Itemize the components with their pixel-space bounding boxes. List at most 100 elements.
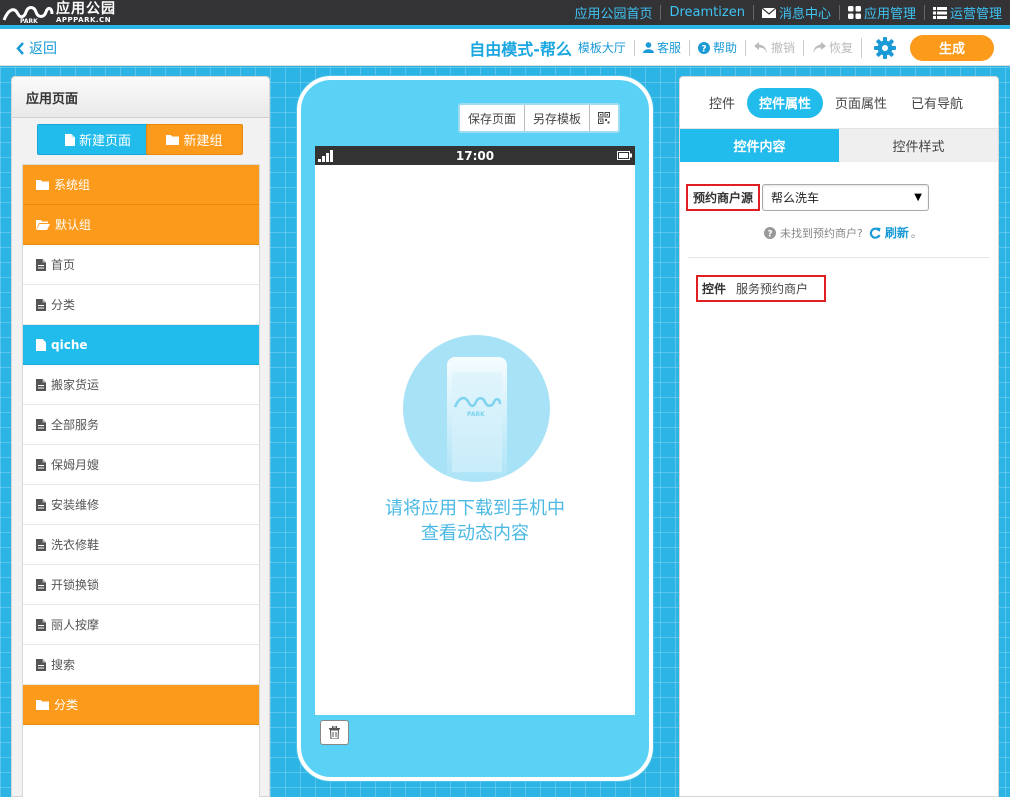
signal-icon <box>318 150 333 162</box>
source-select[interactable]: 帮么洗车 ▼ <box>762 184 929 211</box>
question-circle-icon: ? <box>697 41 710 54</box>
logo-text: 应用公园 <box>56 1 116 17</box>
back-label: 返回 <box>29 41 57 57</box>
tab-2[interactable]: 页面属性 <box>823 88 899 118</box>
user-icon <box>642 42 654 53</box>
divider <box>688 257 990 258</box>
subtab-0[interactable]: 控件内容 <box>680 129 839 162</box>
page-list-item-label: 洗衣修鞋 <box>51 538 100 552</box>
phone-hint-line2: 查看动态内容 <box>421 523 529 544</box>
editor-toolbar: 返回 自由模式-帮么 模板大厅 客服 ? 帮助 撤销 恢复 生成 <box>0 29 1010 66</box>
file-icon <box>36 258 51 271</box>
service-button[interactable]: 客服 <box>633 39 689 56</box>
page-group-item[interactable]: 默认组 <box>23 205 259 245</box>
svg-text:PARK: PARK <box>467 411 485 418</box>
redo-button[interactable]: 恢复 <box>802 39 861 56</box>
gear-icon <box>874 36 896 59</box>
generate-button[interactable]: 生成 <box>910 34 994 61</box>
not-found-text: 未找到预约商户? <box>780 226 863 240</box>
delete-button[interactable] <box>320 720 349 745</box>
logo-mark-icon: PARK <box>2 6 54 24</box>
nav-ops-manage-link[interactable]: 运营管理 <box>923 5 1010 22</box>
nav-ops-manage-label: 运营管理 <box>949 7 1002 22</box>
nav-app-manage-label: 应用管理 <box>863 7 916 22</box>
tab-3[interactable]: 已有导航 <box>899 88 975 118</box>
help-label: 帮助 <box>712 41 737 55</box>
logo[interactable]: PARK 应用公园 APPPARK.CN <box>2 1 116 25</box>
undo-button[interactable]: 撤销 <box>744 39 803 56</box>
new-page-button[interactable]: 新建页面 <box>37 124 159 155</box>
settings-button[interactable] <box>861 36 908 59</box>
phone-screen[interactable]: 17:00 PARK 请将应用下载到手机中 查看动态内容 <box>315 146 635 715</box>
help-button[interactable]: ? 帮助 <box>688 39 745 56</box>
page-group-item[interactable]: 系统组 <box>23 165 259 205</box>
svg-text:?: ? <box>767 229 772 239</box>
nav-home-link[interactable]: 应用公园首页 <box>566 5 660 22</box>
page-list-item-label: qiche <box>51 337 88 352</box>
nav-user-link[interactable]: Dreamtizen <box>660 5 752 20</box>
refresh-label: 刷新 <box>884 226 909 240</box>
phone-preview: 保存页面 另存模板 17:00 PARK 请将应用下载到手机中 查看动态内容 <box>297 76 653 781</box>
not-found-hint: ? 未找到预约商户? 刷新 。 <box>764 224 922 241</box>
tab-1[interactable]: 控件属性 <box>747 87 824 118</box>
subtab-1[interactable]: 控件样式 <box>839 129 998 162</box>
battery-icon <box>617 151 632 160</box>
refresh-link[interactable]: 刷新 <box>869 224 909 241</box>
page-list-item-label: 保姆月嫂 <box>51 458 100 472</box>
pages-panel-title: 应用页面 <box>12 77 269 118</box>
page-group-item[interactable]: 分类 <box>23 685 259 725</box>
page-list-item[interactable]: 搜索 <box>23 645 259 685</box>
new-group-button[interactable]: 新建组 <box>146 124 243 155</box>
page-list-item[interactable]: 搬家货运 <box>23 365 259 405</box>
page-list-item[interactable]: 保姆月嫂 <box>23 445 259 485</box>
undo-icon <box>753 42 767 53</box>
save-template-button[interactable]: 另存模板 <box>524 105 589 131</box>
envelope-icon <box>761 7 776 18</box>
file-icon <box>36 658 51 671</box>
nav-messages-label: 消息中心 <box>778 7 831 22</box>
redo-icon <box>812 42 826 53</box>
svg-text:PARK: PARK <box>20 18 38 24</box>
page-list-item[interactable]: 丽人按摩 <box>23 605 259 645</box>
back-button[interactable]: 返回 <box>16 38 57 58</box>
page-list-item-label: 搜索 <box>51 658 76 672</box>
file-icon <box>36 378 51 391</box>
page-list-item-label: 分类 <box>54 698 79 712</box>
file-icon <box>36 538 51 551</box>
properties-subtabs: 控件内容 控件样式 <box>680 129 998 162</box>
trash-icon <box>329 726 340 739</box>
template-hall-link[interactable]: 模板大厅 <box>576 40 634 56</box>
tab-0[interactable]: 控件 <box>698 88 747 118</box>
page-list: 系统组 默认组首页分类 qiche 搬家货运 全部服务保姆月嫂安装维修洗衣修鞋开锁换锁丽… <box>22 164 260 797</box>
folder-icon <box>36 699 54 710</box>
redo-label: 恢复 <box>828 41 853 55</box>
app-title: 自由模式-帮么 <box>469 39 572 59</box>
page-list-item-label: 首页 <box>51 258 76 272</box>
top-nav: 应用公园首页 Dreamtizen 消息中心 应用管理 运营管理 <box>566 0 1010 25</box>
file-icon <box>36 298 51 311</box>
phone-hint: 请将应用下载到手机中 查看动态内容 <box>315 496 635 546</box>
page-list-item[interactable]: 全部服务 <box>23 405 259 445</box>
nav-messages-link[interactable]: 消息中心 <box>752 5 839 22</box>
page-list-item[interactable]: 开锁换锁 <box>23 565 259 605</box>
page-list-item[interactable]: 分类 <box>23 285 259 325</box>
control-value: 服务预约商户 <box>736 282 809 296</box>
page-list-item[interactable]: 洗衣修鞋 <box>23 525 259 565</box>
page-list-item-label: 开锁换锁 <box>51 578 100 592</box>
folder-icon <box>36 179 54 190</box>
file-icon <box>36 618 51 631</box>
qrcode-button[interactable] <box>589 105 618 131</box>
file-icon <box>36 498 51 511</box>
question-circle-icon: ? <box>764 226 776 239</box>
save-page-button[interactable]: 保存页面 <box>460 105 524 131</box>
service-label: 客服 <box>656 41 681 55</box>
page-list-item[interactable]: 安装维修 <box>23 485 259 525</box>
page-list-item-label: 安装维修 <box>51 498 100 512</box>
pages-panel: 应用页面 新建页面 新建组 系统组 默认组首页分类 qiche 搬家货运 全部服务保姆月… <box>11 76 270 797</box>
page-list-item[interactable]: 首页 <box>23 245 259 285</box>
status-time: 17:00 <box>455 148 495 163</box>
phone-illustration-icon: PARK <box>447 357 507 482</box>
page-list-item[interactable]: qiche <box>23 325 259 365</box>
new-page-label: 新建页面 <box>78 134 131 149</box>
nav-app-manage-link[interactable]: 应用管理 <box>838 5 924 22</box>
